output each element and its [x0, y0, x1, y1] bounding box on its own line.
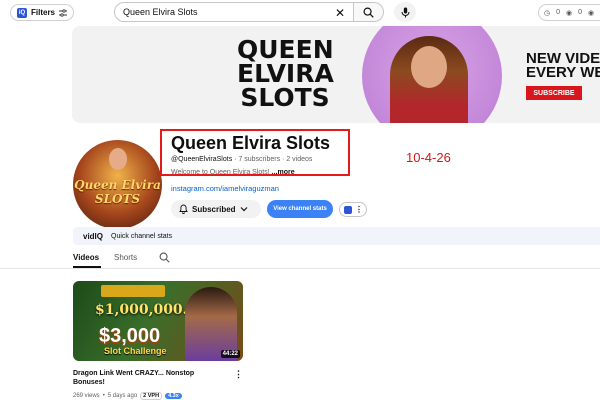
tab-videos[interactable]: Videos: [73, 253, 99, 262]
tab-divider: [0, 268, 600, 269]
bell-icon: [179, 204, 188, 214]
search-box: ✕: [114, 2, 354, 22]
video-views: 269 views: [73, 393, 100, 399]
video-age: 5 days ago: [107, 393, 138, 399]
subscribed-label: Subscribed: [192, 204, 236, 214]
vidiq-logo: vidIQ: [83, 231, 104, 241]
channel-meta: @QueenElviraSlots · 7 subscribers · 2 vi…: [171, 156, 312, 163]
search-icon: [363, 7, 374, 18]
banner-face: [411, 46, 447, 88]
video-meta: 269 views • 5 days ago 2 VPH 4.3x: [73, 392, 182, 400]
channel-avatar[interactable]: Queen Elvira SLOTS: [73, 140, 162, 229]
voice-search-button[interactable]: [394, 2, 416, 22]
eye-icon: ◉: [566, 9, 573, 17]
channel-banner: QUEEN ELVIRA SLOTS NEW VIDE EVERY WE SUB…: [72, 26, 600, 123]
multiplier-badge: 4.3x: [165, 393, 182, 399]
description-text: Welcome to Queen Elvira Slots!: [171, 169, 270, 176]
subscriber-count: 7 subscribers: [238, 156, 281, 163]
video-thumbnail[interactable]: $1,000,000.00 $3,000 Slot Challenge 44:2…: [73, 281, 243, 361]
stat-value: 0: [578, 9, 583, 16]
vidiq-icon: [344, 205, 352, 214]
banner-every-week: EVERY WE: [526, 64, 600, 81]
tab-shorts[interactable]: Shorts: [114, 253, 137, 262]
quick-stats-label: Quick channel stats: [111, 232, 173, 240]
youtube-channel-page: iQ Filters ✕ ◷0 ◉0 ◉0 QUEEN ELVIRA SLOTS…: [0, 0, 600, 400]
clear-search-icon[interactable]: ✕: [335, 6, 345, 20]
meta-dot: •: [102, 393, 105, 399]
subscribed-button[interactable]: Subscribed: [171, 200, 261, 218]
thumbnail-challenge-text: Slot Challenge: [104, 346, 167, 356]
channel-description[interactable]: Welcome to Queen Elvira Slots! ...more: [171, 169, 295, 176]
banner-title: QUEEN ELVIRA SLOTS: [237, 35, 334, 112]
video-count: 2 videos: [286, 156, 313, 163]
view-channel-stats-button[interactable]: View channel stats: [267, 200, 333, 218]
banner-tagline: NEW VIDE EVERY WE: [526, 51, 600, 81]
sliders-icon: [59, 8, 68, 17]
avatar-logo-text: Queen Elvira SLOTS: [74, 178, 161, 206]
search-button[interactable]: [354, 2, 384, 22]
search-input[interactable]: [123, 7, 333, 17]
search-icon: [159, 252, 170, 263]
thumbnail-amount-text: $3,000: [99, 325, 161, 347]
filters-label: Filters: [31, 8, 56, 17]
vidiq-menu-button[interactable]: ⋮: [339, 202, 367, 217]
channel-handle: @QueenElviraSlots: [171, 156, 233, 163]
vidiq-quick-stats-bar[interactable]: vidIQ Quick channel stats: [73, 227, 600, 245]
chevron-down-icon: [240, 207, 248, 212]
vidiq-stats-pill[interactable]: ◷0 ◉0 ◉0: [538, 4, 600, 21]
channel-search-button[interactable]: [159, 252, 170, 265]
avatar-face: [109, 148, 127, 170]
eye-icon: ◉: [588, 9, 595, 17]
video-more-icon[interactable]: ⋮: [234, 369, 243, 380]
mic-icon: [401, 7, 409, 17]
more-link[interactable]: ...more: [272, 169, 295, 176]
stat-value: 0: [556, 9, 561, 16]
date-annotation: 10-4-26: [406, 150, 451, 165]
video-duration: 44:22: [220, 350, 240, 358]
channel-external-link[interactable]: instagram.com/iamelviraguzman: [171, 184, 279, 193]
banner-subscribe-graphic: SUBSCRIBE: [526, 86, 582, 100]
video-title[interactable]: Dragon Link Went CRAZY... Nonstop Bonuse…: [73, 369, 223, 387]
filters-button[interactable]: iQ Filters: [10, 4, 75, 21]
vph-badge: 2 VPH: [140, 392, 163, 400]
vidiq-icon: iQ: [17, 7, 27, 18]
channel-name: Queen Elvira Slots: [171, 133, 331, 153]
more-vert-icon: ⋮: [355, 205, 363, 214]
clock-icon: ◷: [544, 9, 551, 17]
thumbnail-top-banner: [101, 285, 165, 297]
